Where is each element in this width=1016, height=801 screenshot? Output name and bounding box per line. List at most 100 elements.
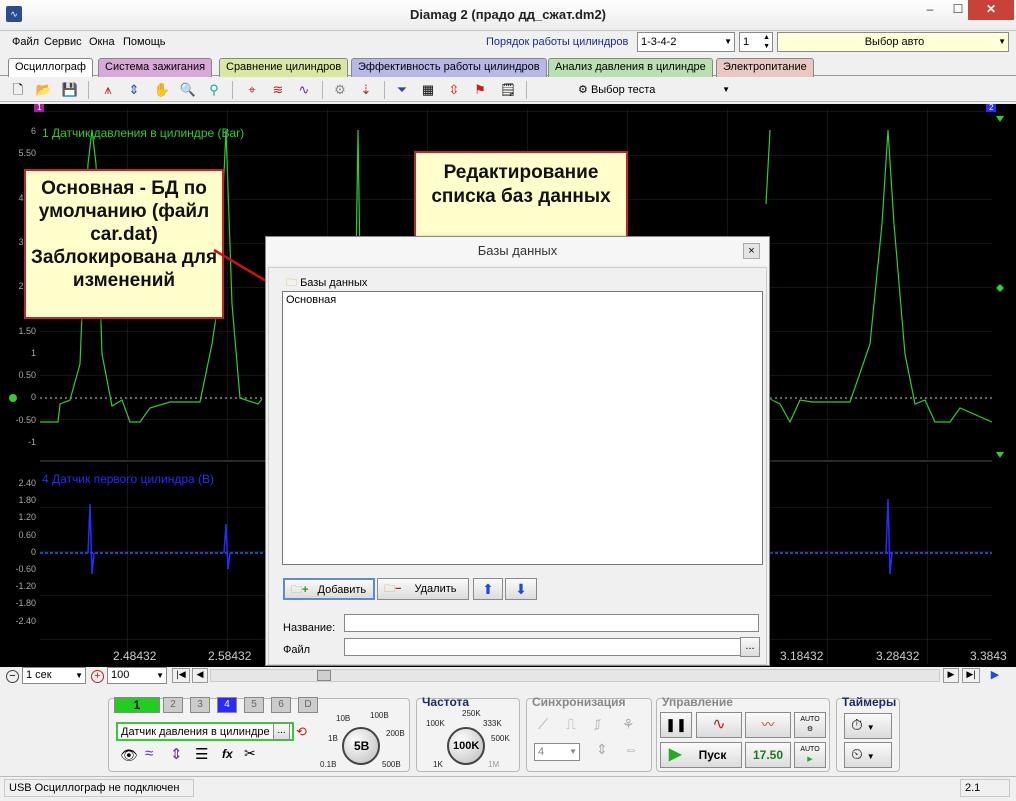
db-list[interactable]: Основная: [282, 291, 763, 565]
test-select[interactable]: ⚙ Выбор теста ▼: [578, 81, 738, 99]
lines-icon[interactable]: ☰: [195, 745, 208, 763]
channel-5-button[interactable]: 5: [244, 697, 264, 713]
tab-pressure-analysis[interactable]: Анализ давления в цилиндре: [548, 58, 713, 77]
invert-icon[interactable]: ⇕: [170, 745, 183, 763]
rate-display[interactable]: 17.50: [745, 742, 791, 768]
split-icon[interactable]: ⇳: [444, 80, 464, 100]
noise-filter-icon[interactable]: ≈: [145, 745, 153, 762]
multi-wave-button[interactable]: 〰: [745, 712, 791, 738]
frequency-knob-value: 100K: [453, 740, 480, 752]
flag-icon[interactable]: ⚑: [470, 80, 490, 100]
menu-bar: Файл Сервис Окна Помощь Порядок работы ц…: [0, 32, 1016, 52]
sensor-select[interactable]: Датчик давления в цилиндре: [116, 722, 294, 741]
open-folder-icon[interactable]: 📂: [34, 80, 54, 100]
chevron-down-icon: ▼: [724, 37, 732, 46]
auto-icon[interactable]: ⚙: [330, 80, 350, 100]
scale-icon[interactable]: ⇕: [124, 80, 144, 100]
cylinder-order-select[interactable]: 1-3-4-2 ▼: [637, 32, 735, 52]
eye-icon[interactable]: 👁: [120, 747, 138, 764]
db-list-item[interactable]: Основная: [283, 292, 762, 308]
sync-edge-down-icon[interactable]: ⎎: [594, 716, 601, 733]
move-down-button[interactable]: ⬇: [505, 578, 537, 600]
menu-help[interactable]: Помощь: [123, 36, 166, 48]
file-input[interactable]: [344, 638, 741, 656]
new-file-icon[interactable]: 🗋: [8, 80, 28, 100]
move-up-button[interactable]: ⬆: [473, 578, 503, 600]
tools-icon[interactable]: ✂: [244, 745, 256, 762]
go-start-icon[interactable]: |◀: [172, 668, 190, 683]
voltage-tick: 10В: [336, 714, 351, 723]
notes-icon[interactable]: 🗒: [498, 80, 518, 100]
menu-windows[interactable]: Окна: [89, 36, 115, 48]
timeline-scrollbar[interactable]: [210, 669, 940, 682]
auto-button[interactable]: AUTO ⚙: [794, 712, 826, 738]
browse-button[interactable]: ...: [740, 637, 760, 657]
scroll-up-marker[interactable]: [996, 116, 1004, 122]
menu-service[interactable]: Сервис: [44, 36, 82, 48]
minimize-button[interactable]: ‒: [916, 0, 944, 20]
sync-shift-icon[interactable]: ⇔: [624, 741, 638, 757]
channel-6-button[interactable]: 6: [271, 697, 291, 713]
zero-icon[interactable]: ⇣: [356, 80, 376, 100]
trigger-marker[interactable]: [996, 284, 1004, 292]
peak-icon[interactable]: ⩚: [98, 80, 118, 100]
name-input[interactable]: [344, 614, 759, 632]
tab-oscilloscope[interactable]: Осциллограф: [8, 58, 93, 77]
delete-button[interactable]: 🗀− Удалить: [377, 578, 469, 600]
tab-power-supply[interactable]: Электропитание: [716, 58, 814, 77]
hand-icon[interactable]: ✋: [152, 80, 172, 100]
cursor-icon[interactable]: ⌖: [242, 80, 262, 100]
pause-button[interactable]: ❚❚: [660, 712, 692, 738]
zoom-in-icon[interactable]: +: [91, 670, 104, 683]
sync-expand-icon[interactable]: ⇕: [596, 741, 608, 758]
channel-2-button[interactable]: 2: [163, 697, 183, 713]
timers-title: Таймеры: [842, 695, 897, 709]
timeline-thumb[interactable]: [317, 670, 331, 681]
waveform-icon[interactable]: ≋: [268, 80, 288, 100]
dialog-close-button[interactable]: ×: [743, 243, 760, 259]
grid-icon[interactable]: ▦: [418, 80, 438, 100]
auto-start-button[interactable]: AUTO ▶: [794, 742, 826, 768]
go-end-icon[interactable]: ▶|: [962, 668, 980, 683]
function-icon[interactable]: fx: [222, 747, 233, 761]
zoom-out-icon[interactable]: −: [6, 670, 19, 683]
sync-auto-icon[interactable]: ⚘: [622, 716, 635, 733]
tab-cylinder-compare[interactable]: Сравнение цилиндров: [219, 58, 349, 77]
scroll-down-marker[interactable]: [996, 452, 1004, 458]
probe-icon[interactable]: ⚲: [204, 80, 224, 100]
play-icon[interactable]: ▶: [984, 668, 1006, 683]
sync-channel-select[interactable]: 4 ▼: [534, 743, 580, 761]
x-tick-label: 3.3843: [970, 649, 1007, 663]
menu-file[interactable]: Файл: [12, 36, 39, 48]
channel-4-button[interactable]: 4: [217, 697, 237, 713]
save-icon[interactable]: 💾: [60, 80, 80, 100]
settings-icon: ⚙: [578, 84, 588, 96]
sync-edge-up-icon[interactable]: ⎍: [566, 716, 576, 733]
start-button[interactable]: ▶ Пуск: [660, 742, 742, 768]
sync-rising-icon[interactable]: ⟋: [538, 716, 548, 733]
channel-1-button[interactable]: 1: [114, 697, 160, 713]
add-button[interactable]: 🗀+ Добавить: [283, 578, 375, 600]
timebase-select[interactable]: 1 сек ▼: [22, 667, 86, 684]
filter-icon[interactable]: ∿: [294, 80, 314, 100]
channel4-y-tick-label: -1.80: [15, 598, 36, 609]
cylinder-spin[interactable]: 1 ▲ ▼: [739, 32, 773, 52]
tab-ignition[interactable]: Система зажигания: [98, 58, 213, 77]
sensor-browse-button[interactable]: ...: [273, 723, 290, 740]
channel-3-button[interactable]: 3: [190, 697, 210, 713]
step-forward-icon[interactable]: ▶: [943, 668, 959, 683]
step-back-icon[interactable]: ◀: [192, 668, 208, 683]
close-button[interactable]: ✕: [968, 0, 1014, 20]
single-wave-button[interactable]: ∿: [696, 712, 742, 738]
zoom-select[interactable]: 100 ▼: [107, 667, 167, 684]
zoom-icon[interactable]: 🔍: [178, 80, 198, 100]
marker-icon[interactable]: ⏷: [392, 80, 412, 100]
timer-2-button[interactable]: ⏲ ▼: [844, 742, 892, 768]
car-select[interactable]: Выбор авто ▼: [777, 32, 1009, 52]
tab-cylinder-efficiency[interactable]: Эффективность работы цилиндров: [351, 58, 547, 77]
timer-1-button[interactable]: ⏱ ▼: [844, 713, 892, 739]
channel-d-button[interactable]: D: [298, 697, 318, 713]
cursor-marker-1-label: 1: [37, 103, 42, 112]
voltage-tick: 100В: [370, 711, 389, 720]
refresh-icon[interactable]: ⟲: [296, 724, 307, 740]
